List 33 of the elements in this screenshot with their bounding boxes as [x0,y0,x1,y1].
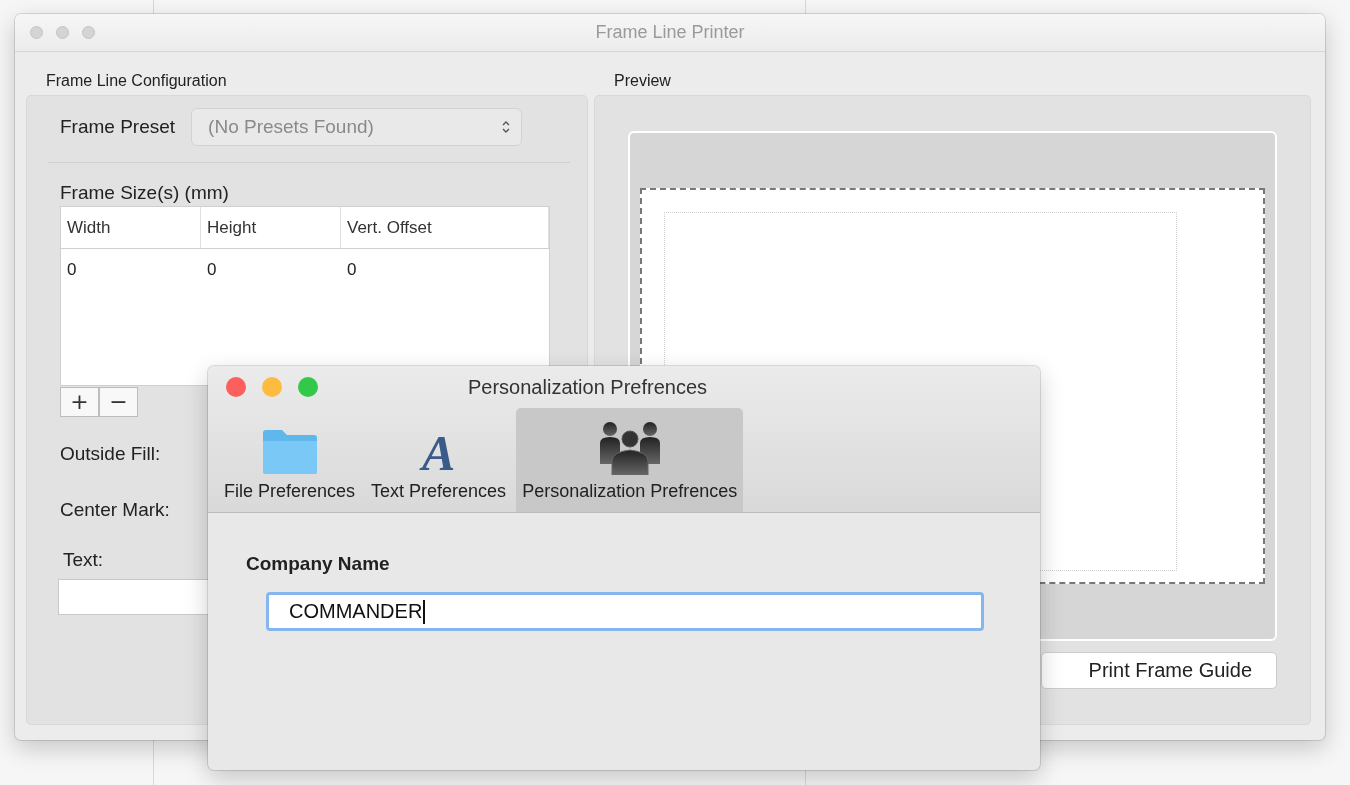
group-title: Frame Line Configuration [45,71,228,91]
table-cell-text: 0 [206,260,218,280]
column-header[interactable]: Width [61,207,201,248]
table-cell-text: 0 [346,260,358,280]
people-icon [599,419,660,475]
print-button[interactable]: Print Frame Guide [1041,652,1277,689]
window-title: Personalization Prefrences [468,375,707,399]
letter-icon: A [421,429,456,477]
zoom-button[interactable] [82,26,95,39]
remove-button[interactable]: − [99,387,138,417]
zoom-button[interactable] [298,377,318,397]
field-label: Text: [63,549,104,571]
window-title: Frame Line Printer [595,22,745,43]
toolbar-tab[interactable]: Personalization Prefrences [516,408,744,512]
toolbar-tab[interactable]: File Preferences [218,408,362,512]
company-name-field[interactable]: COMMANDER [266,592,984,631]
toolbar-tab[interactable]: A Text Preferences [365,408,513,512]
group-title: Preview [613,71,672,91]
stepper-icon [501,119,512,135]
section-label: Frame Size(s) (mm) [60,182,229,204]
field-label: Company Name [246,553,390,575]
field-label: Frame Preset [60,116,176,138]
field-label: Outside Fill: [60,443,161,465]
table-cell-text: 0 [66,260,78,280]
folder-icon [260,427,319,475]
close-button[interactable] [226,377,246,397]
close-button[interactable] [30,26,43,39]
column-header[interactable]: Height [201,207,341,248]
minimize-button[interactable] [56,26,69,39]
column-header[interactable]: Vert. Offset [341,207,549,248]
field-label: Center Mark: [60,499,170,521]
add-button[interactable]: + [60,387,99,417]
minimize-button[interactable] [262,377,282,397]
